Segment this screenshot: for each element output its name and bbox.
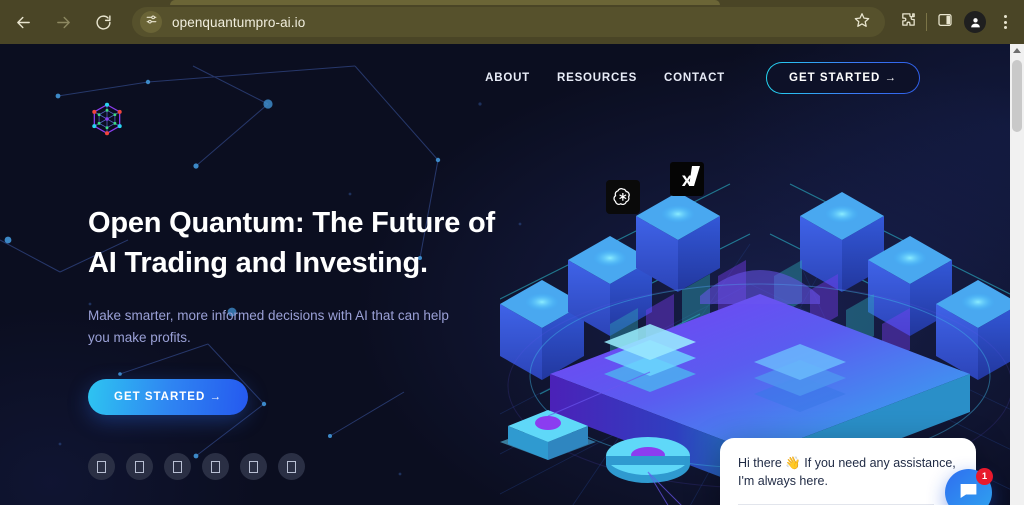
site-settings-button[interactable]: [140, 11, 162, 33]
browser-toolbar: openquantumpro-ai.io: [0, 0, 1024, 44]
nav-item-resources[interactable]: RESOURCES: [557, 72, 637, 84]
chat-greeting-text: Hi there 👋 If you need any assistance, I…: [738, 456, 956, 489]
bookmark-button[interactable]: [849, 9, 875, 35]
account-avatar-icon: [964, 11, 986, 33]
web-page-viewport: ABOUT RESOURCES CONTACT GET STARTED → x …: [0, 44, 1010, 505]
missing-glyph-box: [211, 460, 220, 473]
forward-arrow-icon: [55, 14, 72, 31]
social-icon-2[interactable]: [126, 453, 153, 481]
chat-unread-badge: 1: [976, 468, 993, 485]
site-navigation: ABOUT RESOURCES CONTACT GET STARTED →: [485, 62, 920, 94]
browser-tab-strip[interactable]: [170, 0, 720, 5]
social-icon-1[interactable]: [88, 453, 115, 481]
toolbar-divider: [926, 13, 927, 31]
url-text[interactable]: openquantumpro-ai.io: [172, 15, 305, 30]
hero-heading-line2: AI Trading and Investing.: [88, 246, 428, 279]
nav-item-about[interactable]: ABOUT: [485, 72, 530, 84]
chat-bubble-icon: [958, 480, 979, 505]
browser-menu-button[interactable]: [990, 5, 1020, 39]
scrollbar-up-arrow[interactable]: [1010, 44, 1024, 57]
social-icon-4[interactable]: [202, 453, 229, 481]
back-button[interactable]: [6, 5, 40, 39]
chat-widget-card: Hi there 👋 If you need any assistance, I…: [720, 438, 976, 505]
site-header: ABOUT RESOURCES CONTACT GET STARTED →: [0, 44, 1010, 136]
nav-get-started-button[interactable]: GET STARTED →: [766, 62, 920, 94]
back-arrow-icon: [15, 14, 32, 31]
page-title: Open Quantum: The Future of AI Trading a…: [88, 204, 508, 283]
side-panel-icon: [937, 12, 953, 33]
missing-glyph-box: [249, 460, 258, 473]
openai-logo-badge: [606, 180, 640, 214]
social-icon-3[interactable]: [164, 453, 191, 481]
tune-sliders-icon: [145, 13, 158, 31]
three-dots-menu-icon: [1003, 15, 1007, 29]
extensions-button[interactable]: [893, 5, 923, 39]
star-icon: [854, 12, 870, 33]
hero-subtext: Make smarter, more informed decisions wi…: [88, 308, 449, 346]
hero-get-started-button[interactable]: GET STARTED →: [88, 379, 248, 416]
address-bar[interactable]: openquantumpro-ai.io: [132, 7, 885, 37]
missing-glyph-box: [97, 460, 106, 473]
forward-button[interactable]: [46, 5, 80, 39]
side-panel-button[interactable]: [930, 5, 960, 39]
site-logo[interactable]: [88, 100, 126, 138]
chevron-up-icon: [1013, 48, 1021, 53]
social-icon-6[interactable]: [278, 453, 305, 481]
reload-button[interactable]: [86, 5, 120, 39]
hero-section: Open Quantum: The Future of AI Trading a…: [88, 204, 508, 481]
hero-heading-line1: Open Quantum: The Future of: [88, 207, 496, 239]
reload-icon: [95, 14, 112, 31]
missing-glyph-box: [135, 460, 144, 473]
scrollbar-thumb[interactable]: [1012, 60, 1022, 132]
social-icon-5[interactable]: [240, 453, 267, 481]
nav-item-contact[interactable]: CONTACT: [664, 72, 725, 84]
profile-button[interactable]: [960, 5, 990, 39]
small-platform-2: [606, 437, 690, 483]
xai-logo-badge: x: [670, 162, 704, 196]
quantum-hex-network-logo-icon: [88, 102, 126, 142]
social-links: [88, 453, 508, 481]
page-scrollbar[interactable]: [1010, 44, 1024, 505]
missing-glyph-box: [287, 460, 296, 473]
puzzle-piece-icon: [900, 11, 917, 33]
missing-glyph-box: [173, 460, 182, 473]
